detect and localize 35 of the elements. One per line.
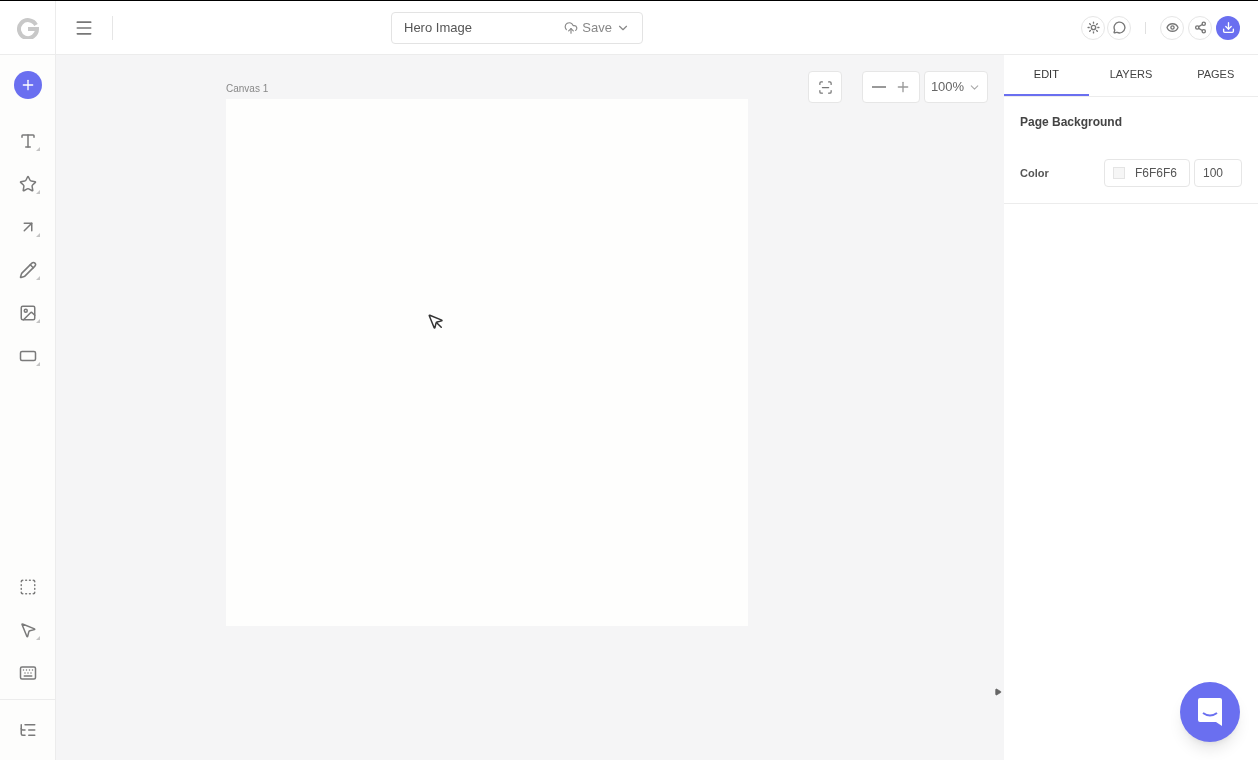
download-icon	[1221, 21, 1235, 34]
keyboard-icon	[18, 664, 37, 682]
add-button[interactable]	[13, 71, 42, 99]
panel-tab[interactable]: EDIT	[1004, 55, 1089, 96]
fit-screen-button[interactable]	[808, 71, 842, 103]
scan-icon	[817, 79, 833, 95]
share-icon	[1193, 21, 1207, 34]
star-icon	[18, 175, 37, 193]
color-label: Color	[1020, 165, 1050, 181]
canvas-label: Canvas 1	[226, 82, 270, 96]
cursor-icon	[18, 621, 37, 639]
color-swatch	[1113, 167, 1125, 179]
save-button[interactable]: Save	[564, 17, 630, 38]
document-title: Hero Image	[404, 18, 472, 37]
opacity-field[interactable]: 100	[1194, 159, 1242, 187]
color-field[interactable]: F6F6F6	[1104, 159, 1190, 187]
logo-icon	[16, 16, 39, 39]
mouse-pointer-icon	[427, 313, 445, 331]
chat-icon	[1196, 696, 1224, 728]
zoom-dropdown[interactable]: 100%	[924, 71, 988, 103]
pencil-icon	[18, 261, 37, 279]
image-icon	[18, 304, 37, 322]
eye-icon	[1165, 21, 1179, 34]
panel-tab[interactable]: PAGES	[1173, 55, 1258, 96]
chat-button[interactable]	[1180, 682, 1240, 742]
section-title: Page Background	[1020, 114, 1124, 131]
expand-arrow-icon[interactable]	[994, 688, 1002, 696]
speech-bubble-icon	[1112, 21, 1126, 34]
minus-icon	[871, 86, 886, 88]
dashed-square-icon	[18, 578, 37, 596]
letter-t-icon	[18, 132, 37, 150]
sun-icon	[1086, 21, 1100, 34]
download-button[interactable]	[1216, 15, 1240, 40]
panel-tab[interactable]: LAYERS	[1088, 55, 1174, 96]
cloud-upload-icon	[564, 20, 579, 35]
